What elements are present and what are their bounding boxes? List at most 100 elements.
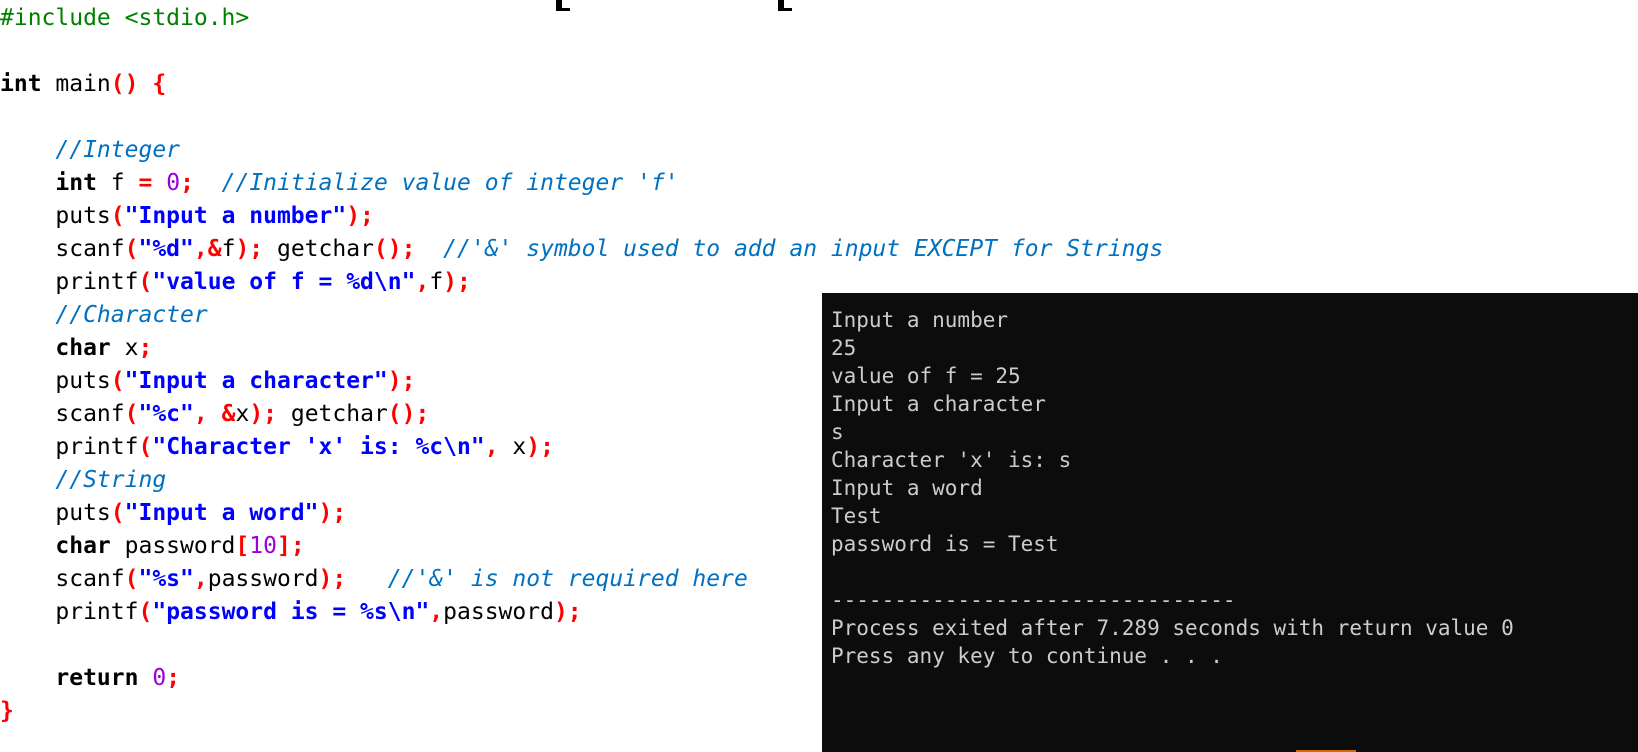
code-token-punc: ); — [249, 401, 278, 427]
code-token-str: "%c" — [138, 401, 194, 427]
code-token-plain: x — [110, 335, 139, 361]
code-token-punc: ); — [346, 203, 374, 229]
console-line: password is = Test — [831, 532, 1059, 556]
code-line: scanf("%d",&f); getchar(); //'&' symbol … — [0, 233, 1163, 266]
code-token-punc: ; — [180, 170, 194, 196]
code-token-punc: , — [193, 566, 208, 592]
console-line: s — [831, 420, 844, 444]
code-line: int main() { — [0, 68, 166, 101]
code-token-plain: password — [110, 533, 236, 559]
code-token-plain: getchar — [263, 236, 374, 262]
code-token-cmt: //String — [55, 467, 167, 493]
code-token-punc: ); — [318, 500, 347, 526]
code-token-plain: f — [96, 170, 139, 196]
code-token-plain: puts — [0, 500, 111, 526]
code-token-cmt: //Initialize value of integer 'f' — [221, 170, 679, 196]
console-line: Test — [831, 504, 882, 528]
code-token-plain: printf — [0, 599, 139, 625]
code-token-cmt: //Integer — [55, 137, 181, 163]
code-token-num: 0 — [166, 170, 181, 196]
code-token-punc: () { — [110, 71, 167, 97]
code-token-punc: = — [138, 170, 153, 196]
code-line: puts("Input a character"); — [0, 365, 415, 398]
code-line: //Character — [0, 299, 208, 332]
code-token-str: "Input a word" — [124, 500, 319, 526]
code-token-plain: password — [207, 566, 319, 592]
code-token-str: "%s" — [138, 566, 194, 592]
code-line: #include <stdio.h> — [0, 2, 249, 35]
cursor-mark-left — [556, 0, 570, 11]
code-line: puts("Input a word"); — [0, 497, 346, 530]
code-token-punc: ]; — [276, 533, 305, 559]
code-token-kw: int — [55, 170, 97, 196]
console-line: -------------------------------- — [831, 588, 1236, 612]
code-token-punc: ( — [138, 434, 153, 460]
code-token-plain: scanf — [0, 566, 125, 592]
code-token-punc: ( — [138, 269, 153, 295]
code-line: printf("password is = %s\n",password); — [0, 596, 582, 629]
code-token-plain: printf — [0, 269, 139, 295]
console-line: Input a word — [831, 476, 983, 500]
code-line: } — [0, 695, 14, 728]
code-token-plain: f — [429, 269, 444, 295]
console-line: value of f = 25 — [831, 364, 1021, 388]
code-token-plain: getchar — [277, 401, 388, 427]
code-token-punc: ( — [110, 203, 125, 229]
code-token-str: "value of f = %d\n" — [152, 269, 416, 295]
code-line: return 0; — [0, 662, 180, 695]
code-token-plain: puts — [0, 368, 111, 394]
code-token-punc: ( — [124, 566, 139, 592]
code-token-str: "Input a number" — [124, 203, 347, 229]
code-token-kw: return — [55, 665, 139, 691]
console-line: Press any key to continue . . . — [831, 644, 1223, 668]
code-token-cmt: //'&' symbol used to add an input EXCEPT… — [443, 236, 1164, 262]
code-token-punc: , — [193, 401, 208, 427]
code-token-punc: ( — [124, 236, 139, 262]
code-token-plain: scanf — [0, 401, 125, 427]
code-token-num: 0 — [152, 665, 167, 691]
code-token-plain: x — [235, 401, 250, 427]
code-token-punc: ); — [443, 269, 471, 295]
code-line: //Integer — [0, 134, 180, 167]
code-token-plain: printf — [0, 434, 139, 460]
code-token-kw: char — [55, 533, 111, 559]
code-token-punc: ; — [138, 335, 153, 361]
code-line: printf("value of f = %d\n",f); — [0, 266, 471, 299]
code-token-cmt: //'&' is not required here — [387, 566, 748, 592]
console-line: Input a character — [831, 392, 1046, 416]
code-token-punc: , — [429, 599, 444, 625]
code-line: scanf("%c", &x); getchar(); — [0, 398, 429, 431]
code-token-punc: ( — [138, 599, 153, 625]
code-line: //String — [0, 464, 166, 497]
code-token-plain: scanf — [0, 236, 125, 262]
code-token-punc: ); — [235, 236, 264, 262]
code-token-punc: ); — [553, 599, 582, 625]
code-line: char x; — [0, 332, 152, 365]
console-window[interactable]: Input a number 25 value of f = 25 Input a c… — [822, 293, 1638, 752]
code-token-punc: } — [0, 698, 14, 724]
code-token-punc: (); — [387, 401, 430, 427]
code-line: int f = 0; //Initialize value of integer… — [0, 167, 679, 200]
code-line: scanf("%s",password); //'&' is not requi… — [0, 563, 748, 596]
code-token-pre: #include <stdio.h> — [0, 5, 250, 31]
cursor-mark-right — [778, 0, 792, 11]
code-token-punc: ( — [110, 500, 125, 526]
console-line: Process exited after 7.289 seconds with … — [831, 616, 1514, 640]
code-token-plain: puts — [0, 203, 111, 229]
code-line: printf("Character 'x' is: %c\n", x); — [0, 431, 554, 464]
console-line: Character 'x' is: s — [831, 448, 1072, 472]
code-token-plain: main — [41, 71, 111, 97]
code-token-cmt: //Character — [55, 302, 208, 328]
